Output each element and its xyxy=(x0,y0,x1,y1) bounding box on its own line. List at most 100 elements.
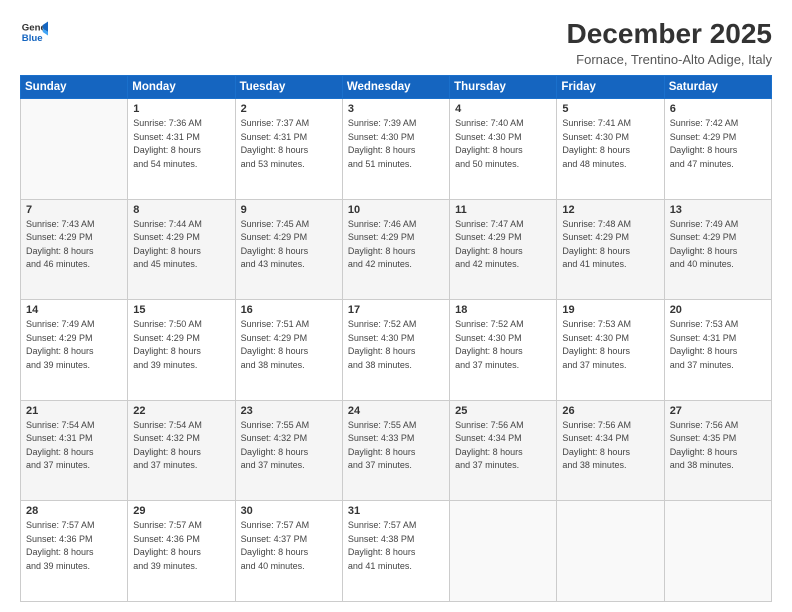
calendar-cell: 2Sunrise: 7:37 AM Sunset: 4:31 PM Daylig… xyxy=(235,99,342,200)
col-header-friday: Friday xyxy=(557,76,664,99)
calendar-cell xyxy=(664,501,771,602)
calendar-cell: 11Sunrise: 7:47 AM Sunset: 4:29 PM Dayli… xyxy=(450,199,557,300)
calendar-cell: 3Sunrise: 7:39 AM Sunset: 4:30 PM Daylig… xyxy=(342,99,449,200)
day-info: Sunrise: 7:52 AM Sunset: 4:30 PM Dayligh… xyxy=(348,318,444,372)
day-number: 2 xyxy=(241,103,337,115)
calendar-cell: 17 Sunrise: 7:52 AM Sunset: 4:30 PM Dayli… xyxy=(342,300,449,401)
day-info: Sunrise: 7:42 AM Sunset: 4:29 PM Dayligh… xyxy=(670,117,766,171)
day-info: Sunrise: 7:52 AM Sunset: 4:30 PM Dayligh… xyxy=(455,318,551,372)
day-number: 20 xyxy=(670,304,766,316)
calendar-cell: 7 Sunrise: 7:43 AM Sunset: 4:29 PM Daylig… xyxy=(21,199,128,300)
day-number: 26 xyxy=(562,405,658,417)
day-number: 17 xyxy=(348,304,444,316)
day-info: Sunrise: 7:56 AM Sunset: 4:34 PM Dayligh… xyxy=(562,419,658,473)
day-number: 8 xyxy=(133,204,229,216)
month-title: December 2025 xyxy=(567,18,772,50)
day-number: 27 xyxy=(670,405,766,417)
calendar-cell: 20 Sunrise: 7:53 AM Sunset: 4:31 PM Dayli… xyxy=(664,300,771,401)
calendar-cell: 15 Sunrise: 7:50 AM Sunset: 4:29 PM Dayli… xyxy=(128,300,235,401)
calendar-table: SundayMondayTuesdayWednesdayThursdayFrid… xyxy=(20,75,772,602)
day-number: 5 xyxy=(562,103,658,115)
calendar-cell: 25 Sunrise: 7:56 AM Sunset: 4:34 PM Dayli… xyxy=(450,400,557,501)
day-info: Sunrise: 7:54 AM Sunset: 4:31 PM Dayligh… xyxy=(26,419,122,473)
day-number: 23 xyxy=(241,405,337,417)
calendar-cell: 5Sunrise: 7:41 AM Sunset: 4:30 PM Daylig… xyxy=(557,99,664,200)
day-number: 15 xyxy=(133,304,229,316)
day-info: Sunrise: 7:54 AM Sunset: 4:32 PM Dayligh… xyxy=(133,419,229,473)
calendar-cell: 24 Sunrise: 7:55 AM Sunset: 4:33 PM Dayli… xyxy=(342,400,449,501)
page: General Blue December 2025 Fornace, Tren… xyxy=(0,0,792,612)
calendar-cell: 23 Sunrise: 7:55 AM Sunset: 4:32 PM Dayli… xyxy=(235,400,342,501)
day-info: Sunrise: 7:57 AM Sunset: 4:36 PM Dayligh… xyxy=(133,519,229,573)
calendar-cell: 4 Sunrise: 7:40 AM Sunset: 4:30 PM Daylig… xyxy=(450,99,557,200)
day-info: Sunrise: 7:45 AM Sunset: 4:29 PM Dayligh… xyxy=(241,218,337,272)
day-info: Sunrise: 7:46 AM Sunset: 4:29 PM Dayligh… xyxy=(348,218,444,272)
title-block: December 2025 Fornace, Trentino-Alto Adi… xyxy=(567,18,772,67)
calendar-cell: 29 Sunrise: 7:57 AM Sunset: 4:36 PM Dayli… xyxy=(128,501,235,602)
day-number: 29 xyxy=(133,505,229,517)
calendar-header-row: SundayMondayTuesdayWednesdayThursdayFrid… xyxy=(21,76,772,99)
logo: General Blue xyxy=(20,18,48,46)
calendar-cell: 1Sunrise: 7:36 AM Sunset: 4:31 PM Daylig… xyxy=(128,99,235,200)
day-number: 4 xyxy=(455,103,551,115)
week-row-1: 7 Sunrise: 7:43 AM Sunset: 4:29 PM Daylig… xyxy=(21,199,772,300)
calendar-cell xyxy=(21,99,128,200)
calendar-cell: 12 Sunrise: 7:48 AM Sunset: 4:29 PM Dayli… xyxy=(557,199,664,300)
day-number: 14 xyxy=(26,304,122,316)
calendar-cell xyxy=(450,501,557,602)
day-info: Sunrise: 7:55 AM Sunset: 4:32 PM Dayligh… xyxy=(241,419,337,473)
calendar-cell: 30 Sunrise: 7:57 AM Sunset: 4:37 PM Dayli… xyxy=(235,501,342,602)
calendar-cell: 21 Sunrise: 7:54 AM Sunset: 4:31 PM Dayli… xyxy=(21,400,128,501)
day-info: Sunrise: 7:49 AM Sunset: 4:29 PM Dayligh… xyxy=(26,318,122,372)
day-number: 25 xyxy=(455,405,551,417)
day-number: 7 xyxy=(26,204,122,216)
calendar-cell: 14 Sunrise: 7:49 AM Sunset: 4:29 PM Dayli… xyxy=(21,300,128,401)
day-info: Sunrise: 7:53 AM Sunset: 4:30 PM Dayligh… xyxy=(562,318,658,372)
calendar-cell: 16Sunrise: 7:51 AM Sunset: 4:29 PM Dayli… xyxy=(235,300,342,401)
day-info: Sunrise: 7:50 AM Sunset: 4:29 PM Dayligh… xyxy=(133,318,229,372)
location: Fornace, Trentino-Alto Adige, Italy xyxy=(567,52,772,67)
col-header-sunday: Sunday xyxy=(21,76,128,99)
calendar-cell: 13Sunrise: 7:49 AM Sunset: 4:29 PM Dayli… xyxy=(664,199,771,300)
calendar-cell: 26 Sunrise: 7:56 AM Sunset: 4:34 PM Dayli… xyxy=(557,400,664,501)
calendar-cell: 22 Sunrise: 7:54 AM Sunset: 4:32 PM Dayli… xyxy=(128,400,235,501)
day-number: 12 xyxy=(562,204,658,216)
day-info: Sunrise: 7:56 AM Sunset: 4:34 PM Dayligh… xyxy=(455,419,551,473)
calendar-cell: 27 Sunrise: 7:56 AM Sunset: 4:35 PM Dayli… xyxy=(664,400,771,501)
day-info: Sunrise: 7:48 AM Sunset: 4:29 PM Dayligh… xyxy=(562,218,658,272)
calendar-cell: 8 Sunrise: 7:44 AM Sunset: 4:29 PM Daylig… xyxy=(128,199,235,300)
day-number: 9 xyxy=(241,204,337,216)
day-number: 10 xyxy=(348,204,444,216)
day-number: 30 xyxy=(241,505,337,517)
day-number: 13 xyxy=(670,204,766,216)
day-info: Sunrise: 7:40 AM Sunset: 4:30 PM Dayligh… xyxy=(455,117,551,171)
day-number: 3 xyxy=(348,103,444,115)
day-number: 28 xyxy=(26,505,122,517)
day-info: Sunrise: 7:51 AM Sunset: 4:29 PM Dayligh… xyxy=(241,318,337,372)
day-info: Sunrise: 7:47 AM Sunset: 4:29 PM Dayligh… xyxy=(455,218,551,272)
day-number: 1 xyxy=(133,103,229,115)
day-info: Sunrise: 7:43 AM Sunset: 4:29 PM Dayligh… xyxy=(26,218,122,272)
calendar-cell: 9 Sunrise: 7:45 AM Sunset: 4:29 PM Daylig… xyxy=(235,199,342,300)
week-row-0: 1Sunrise: 7:36 AM Sunset: 4:31 PM Daylig… xyxy=(21,99,772,200)
day-info: Sunrise: 7:53 AM Sunset: 4:31 PM Dayligh… xyxy=(670,318,766,372)
day-number: 24 xyxy=(348,405,444,417)
week-row-4: 28 Sunrise: 7:57 AM Sunset: 4:36 PM Dayli… xyxy=(21,501,772,602)
col-header-thursday: Thursday xyxy=(450,76,557,99)
day-number: 22 xyxy=(133,405,229,417)
day-info: Sunrise: 7:44 AM Sunset: 4:29 PM Dayligh… xyxy=(133,218,229,272)
logo-icon: General Blue xyxy=(20,18,48,46)
col-header-tuesday: Tuesday xyxy=(235,76,342,99)
calendar-cell: 18Sunrise: 7:52 AM Sunset: 4:30 PM Dayli… xyxy=(450,300,557,401)
day-info: Sunrise: 7:57 AM Sunset: 4:36 PM Dayligh… xyxy=(26,519,122,573)
day-info: Sunrise: 7:55 AM Sunset: 4:33 PM Dayligh… xyxy=(348,419,444,473)
header: General Blue December 2025 Fornace, Tren… xyxy=(20,18,772,67)
week-row-2: 14 Sunrise: 7:49 AM Sunset: 4:29 PM Dayli… xyxy=(21,300,772,401)
day-info: Sunrise: 7:57 AM Sunset: 4:37 PM Dayligh… xyxy=(241,519,337,573)
week-row-3: 21 Sunrise: 7:54 AM Sunset: 4:31 PM Dayli… xyxy=(21,400,772,501)
day-number: 21 xyxy=(26,405,122,417)
day-info: Sunrise: 7:56 AM Sunset: 4:35 PM Dayligh… xyxy=(670,419,766,473)
calendar-cell: 6Sunrise: 7:42 AM Sunset: 4:29 PM Daylig… xyxy=(664,99,771,200)
col-header-saturday: Saturday xyxy=(664,76,771,99)
calendar-cell: 31Sunrise: 7:57 AM Sunset: 4:38 PM Dayli… xyxy=(342,501,449,602)
